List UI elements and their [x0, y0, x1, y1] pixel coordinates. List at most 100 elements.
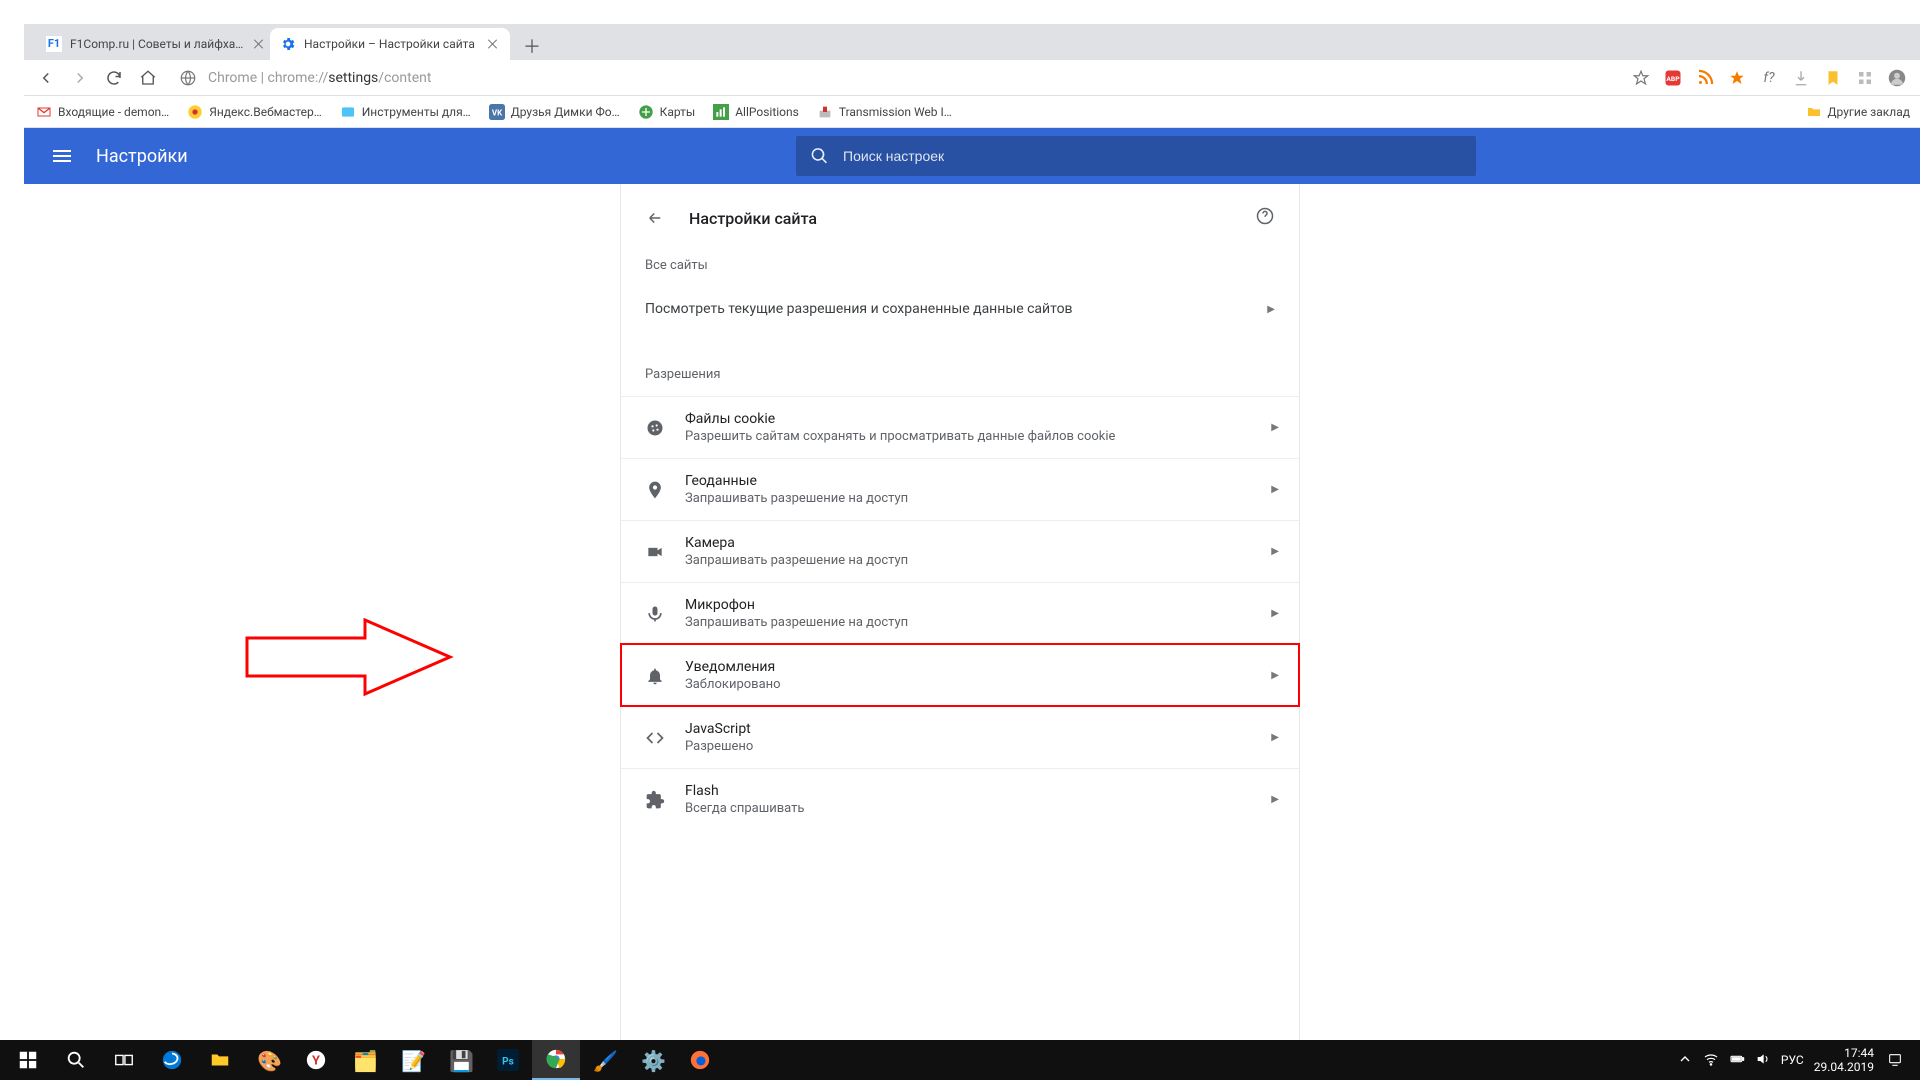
- section-permissions: Разрешения: [621, 345, 1299, 396]
- tray-language[interactable]: РУС: [1781, 1053, 1804, 1067]
- browser-tab-strip: F1 F1Comp.ru | Советы и лайфхаки Настрой…: [0, 24, 1920, 60]
- permission-title: JavaScript: [685, 721, 753, 737]
- taskbar-search[interactable]: [52, 1040, 100, 1080]
- tray-battery-icon[interactable]: [1729, 1051, 1745, 1070]
- taskbar-edge[interactable]: [148, 1040, 196, 1080]
- new-tab-button[interactable]: ＋: [518, 32, 546, 60]
- address-bar[interactable]: Chrome | chrome://settings/content: [172, 68, 1618, 88]
- help-icon[interactable]: [1255, 206, 1275, 230]
- permission-row-puzzle[interactable]: FlashВсегда спрашивать▶: [621, 768, 1299, 830]
- bookmark-label: Transmission Web I…: [839, 105, 952, 119]
- tray-chevron-icon[interactable]: [1677, 1051, 1693, 1070]
- permission-title: Flash: [685, 783, 804, 799]
- tab-title: Настройки – Настройки сайта: [304, 37, 480, 51]
- bookmark-maps[interactable]: Карты: [638, 104, 696, 120]
- taskbar-app-2[interactable]: 🗂️: [340, 1040, 388, 1080]
- permission-title: Уведомления: [685, 659, 781, 675]
- maps-icon: [638, 104, 654, 120]
- svg-text:Y: Y: [312, 1054, 320, 1069]
- search-icon: [810, 146, 829, 166]
- taskbar-app-3[interactable]: 📝: [388, 1040, 436, 1080]
- camera-icon: [645, 542, 665, 562]
- site-info-icon[interactable]: [178, 68, 198, 88]
- svg-text:ABP: ABP: [1666, 75, 1680, 83]
- close-icon[interactable]: [486, 37, 500, 51]
- row-view-permissions[interactable]: Посмотреть текущие разрешения и сохранен…: [621, 287, 1299, 345]
- rss-icon[interactable]: [1696, 69, 1714, 87]
- taskbar-photoshop[interactable]: Ps: [484, 1040, 532, 1080]
- back-arrow-icon[interactable]: [645, 208, 665, 228]
- tray-notifications-icon[interactable]: [1884, 1040, 1906, 1080]
- tab-f1comp[interactable]: F1 F1Comp.ru | Советы и лайфхаки: [36, 28, 276, 60]
- permission-row-bell[interactable]: УведомленияЗаблокировано▶: [621, 644, 1299, 706]
- tab-settings[interactable]: Настройки – Настройки сайта: [270, 28, 510, 60]
- tray-clock[interactable]: 17:44 29.04.2019: [1814, 1046, 1874, 1074]
- permission-title: Камера: [685, 535, 908, 551]
- tray-volume-icon[interactable]: [1755, 1051, 1771, 1070]
- section-all-sites: Все сайты: [621, 258, 1299, 287]
- chevron-right-icon: ▶: [1267, 304, 1275, 315]
- bell-icon: [645, 666, 665, 686]
- taskbar-firefox[interactable]: [676, 1040, 724, 1080]
- bookmark-label: Карты: [660, 105, 696, 119]
- taskbar-app-5[interactable]: 🖌️: [580, 1040, 628, 1080]
- taskbar-chrome[interactable]: [532, 1040, 580, 1080]
- taskbar-explorer[interactable]: [196, 1040, 244, 1080]
- annotation-arrow: [245, 618, 455, 696]
- reload-button[interactable]: [104, 68, 124, 88]
- bookmark-vk[interactable]: VK Друзья Димки Фо…: [489, 104, 620, 120]
- ext-f-icon[interactable]: f?: [1760, 69, 1778, 87]
- bookmark-yandex[interactable]: Яндекс.Вебмастер…: [187, 104, 322, 120]
- taskbar-app-1[interactable]: 🎨: [244, 1040, 292, 1080]
- apps-icon[interactable]: [1856, 69, 1874, 87]
- permission-row-camera[interactable]: КамераЗапрашивать разрешение на доступ▶: [621, 520, 1299, 582]
- forward-button[interactable]: [70, 68, 90, 88]
- permission-subtitle: Запрашивать разрешение на доступ: [685, 491, 908, 506]
- bookmark-label: Друзья Димки Фо…: [511, 105, 620, 119]
- taskbar-app-6[interactable]: ⚙️: [628, 1040, 676, 1080]
- taskbar-yandex[interactable]: Y: [292, 1040, 340, 1080]
- abp-icon[interactable]: ABP: [1664, 69, 1682, 87]
- svg-text:VK: VK: [492, 108, 503, 117]
- home-button[interactable]: [138, 68, 158, 88]
- chevron-right-icon: ▶: [1271, 608, 1279, 619]
- menu-button[interactable]: [50, 144, 74, 168]
- ext-star-icon[interactable]: [1728, 69, 1746, 87]
- task-view[interactable]: [100, 1040, 148, 1080]
- permission-row-location[interactable]: ГеоданныеЗапрашивать разрешение на досту…: [621, 458, 1299, 520]
- permission-row-cookie[interactable]: Файлы cookieРазрешить сайтам сохранять и…: [621, 396, 1299, 458]
- settings-search-input[interactable]: [841, 147, 1462, 165]
- tray-wifi-icon[interactable]: [1703, 1051, 1719, 1070]
- gmail-icon: [36, 104, 52, 120]
- settings-content-card: Настройки сайта Все сайты Посмотреть тек…: [620, 184, 1300, 1040]
- profile-avatar[interactable]: [1888, 69, 1906, 87]
- bookmark-label: Входящие - demon…: [58, 105, 169, 119]
- bookmark-other[interactable]: Другие заклад: [1806, 104, 1911, 120]
- permission-subtitle: Разрешить сайтам сохранять и просматрива…: [685, 429, 1115, 444]
- bookmark-tools[interactable]: Инструменты для…: [340, 104, 471, 120]
- bookmark-gmail[interactable]: Входящие - demon…: [36, 104, 169, 120]
- bookmark-transmission[interactable]: Transmission Web I…: [817, 104, 952, 120]
- taskbar-app-4[interactable]: 💾: [436, 1040, 484, 1080]
- tray-date: 29.04.2019: [1814, 1060, 1874, 1074]
- bookmark-allpositions[interactable]: AllPositions: [713, 104, 799, 120]
- permission-row-mic[interactable]: Микрофон Запрашивать разрешение на доступ…: [621, 582, 1299, 644]
- star-bookmark-icon[interactable]: [1632, 69, 1650, 87]
- start-button[interactable]: [4, 1040, 52, 1080]
- settings-search[interactable]: [796, 136, 1476, 176]
- download-icon[interactable]: [1792, 69, 1810, 87]
- permission-subtitle: Разрешено: [685, 739, 753, 754]
- chevron-right-icon: ▶: [1271, 546, 1279, 557]
- cookie-icon: [645, 418, 665, 438]
- transmission-icon: [817, 104, 833, 120]
- permission-subtitle: Запрашивать разрешение на доступ: [685, 615, 908, 630]
- location-icon: [645, 480, 665, 500]
- chevron-right-icon: ▶: [1271, 422, 1279, 433]
- back-button[interactable]: [36, 68, 56, 88]
- permission-row-code[interactable]: JavaScriptРазрешено▶: [621, 706, 1299, 768]
- close-icon[interactable]: [252, 37, 266, 51]
- tab-title: F1Comp.ru | Советы и лайфхаки: [70, 37, 246, 51]
- permission-title: Микрофон: [685, 597, 908, 613]
- ext-bookmark-icon[interactable]: [1824, 69, 1842, 87]
- bookmark-label: Яндекс.Вебмастер…: [209, 105, 322, 119]
